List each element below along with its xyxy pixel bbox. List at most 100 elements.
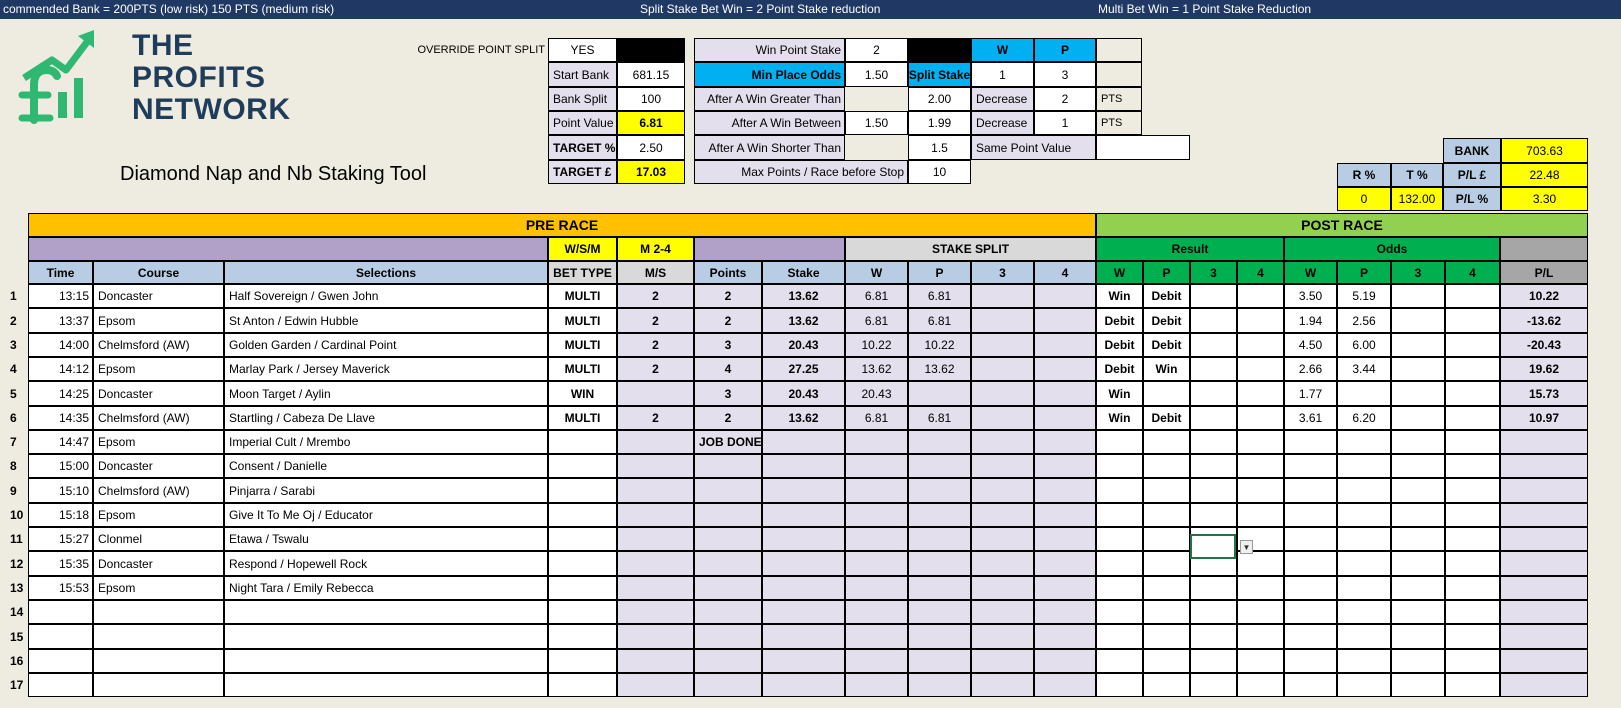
cell-sel[interactable]: Give It To Me Oj / Educator: [224, 503, 548, 527]
bank-split-value[interactable]: 100: [617, 87, 685, 111]
cell-r4[interactable]: [1237, 308, 1284, 333]
cell-r3[interactable]: [1190, 333, 1237, 357]
dropdown-arrow-icon[interactable]: ▼: [1240, 540, 1253, 554]
cell-course[interactable]: Doncaster: [93, 454, 224, 478]
cell-ow[interactable]: [1284, 624, 1337, 649]
cell-r4[interactable]: [1237, 649, 1284, 673]
cell-time[interactable]: [28, 673, 93, 697]
cell-ms[interactable]: [617, 551, 694, 576]
cell-op[interactable]: [1337, 527, 1391, 551]
cell-r4[interactable]: [1237, 503, 1284, 527]
cell-rp[interactable]: [1143, 503, 1190, 527]
selected-cell[interactable]: [1190, 534, 1236, 559]
cell-sel[interactable]: St Anton / Edwin Hubble: [224, 308, 548, 333]
cell-ms[interactable]: 2: [617, 308, 694, 333]
cell-sel[interactable]: Pinjarra / Sarabi: [224, 478, 548, 503]
cell-o3[interactable]: [1391, 551, 1445, 576]
cell-course[interactable]: Doncaster: [93, 551, 224, 576]
cell-ms[interactable]: [617, 600, 694, 624]
cell-rp[interactable]: [1143, 551, 1190, 576]
cell-ms[interactable]: [617, 503, 694, 527]
cell-ow[interactable]: [1284, 673, 1337, 697]
cell-ow[interactable]: [1284, 430, 1337, 454]
cell-rp[interactable]: Debit: [1143, 406, 1190, 430]
cell-r4[interactable]: [1237, 284, 1284, 308]
cell-rw[interactable]: [1096, 673, 1143, 697]
cell-ow[interactable]: [1284, 478, 1337, 503]
after-win-greater-value[interactable]: 2.00: [908, 87, 971, 111]
cell-sel[interactable]: Moon Target / Aylin: [224, 381, 548, 406]
cell-time[interactable]: 13:15: [28, 284, 93, 308]
decrease-value-1[interactable]: 2: [1034, 87, 1096, 111]
cell-bet[interactable]: MULTI: [548, 333, 617, 357]
cell-time[interactable]: 14:35: [28, 406, 93, 430]
cell-rp[interactable]: [1143, 624, 1190, 649]
cell-rp[interactable]: [1143, 673, 1190, 697]
cell-rw[interactable]: Debit: [1096, 357, 1143, 381]
cell-r3[interactable]: [1190, 600, 1237, 624]
cell-rw[interactable]: [1096, 430, 1143, 454]
cell-ms[interactable]: [617, 527, 694, 551]
cell-sel[interactable]: Consent / Danielle: [224, 454, 548, 478]
cell-op[interactable]: 3.44: [1337, 357, 1391, 381]
cell-r3[interactable]: [1190, 478, 1237, 503]
cell-o3[interactable]: [1391, 406, 1445, 430]
cell-sel[interactable]: Respond / Hopewell Rock: [224, 551, 548, 576]
cell-course[interactable]: Doncaster: [93, 284, 224, 308]
cell-r3[interactable]: [1190, 624, 1237, 649]
cell-bet[interactable]: [548, 673, 617, 697]
cell-op[interactable]: 6.00: [1337, 333, 1391, 357]
cell-sel[interactable]: Night Tara / Emily Rebecca: [224, 576, 548, 600]
cell-ms[interactable]: [617, 381, 694, 406]
cell-r4[interactable]: [1237, 624, 1284, 649]
cell-r4[interactable]: [1237, 430, 1284, 454]
cell-r4[interactable]: [1237, 673, 1284, 697]
cell-op[interactable]: [1337, 551, 1391, 576]
cell-r3[interactable]: [1190, 454, 1237, 478]
cell-op[interactable]: 5.19: [1337, 284, 1391, 308]
cell-course[interactable]: Chelmsford (AW): [93, 406, 224, 430]
cell-o4[interactable]: [1445, 381, 1500, 406]
cell-bet[interactable]: [548, 454, 617, 478]
cell-ow[interactable]: [1284, 551, 1337, 576]
cell-rw[interactable]: [1096, 454, 1143, 478]
cell-course[interactable]: [93, 600, 224, 624]
cell-ms[interactable]: [617, 673, 694, 697]
start-bank-value[interactable]: 681.15: [617, 62, 685, 87]
cell-rp[interactable]: Debit: [1143, 333, 1190, 357]
cell-course[interactable]: Epsom: [93, 576, 224, 600]
cell-rp[interactable]: [1143, 454, 1190, 478]
cell-o4[interactable]: [1445, 430, 1500, 454]
cell-o4[interactable]: [1445, 454, 1500, 478]
cell-ow[interactable]: [1284, 527, 1337, 551]
cell-ow[interactable]: 3.61: [1284, 406, 1337, 430]
cell-bet[interactable]: MULTI: [548, 406, 617, 430]
cell-time[interactable]: 14:12: [28, 357, 93, 381]
cell-o4[interactable]: [1445, 308, 1500, 333]
cell-o4[interactable]: [1445, 673, 1500, 697]
cell-ow[interactable]: 1.77: [1284, 381, 1337, 406]
cell-ms[interactable]: 2: [617, 333, 694, 357]
min-place-odds-value[interactable]: 1.50: [845, 62, 908, 87]
after-win-between-high[interactable]: 1.99: [908, 111, 971, 135]
same-point-value-cell[interactable]: [1096, 135, 1190, 160]
cell-op[interactable]: [1337, 478, 1391, 503]
cell-o3[interactable]: [1391, 649, 1445, 673]
cell-ms[interactable]: [617, 624, 694, 649]
cell-course[interactable]: [93, 649, 224, 673]
cell-o4[interactable]: [1445, 527, 1500, 551]
cell-time[interactable]: 14:47: [28, 430, 93, 454]
cell-r3[interactable]: [1190, 308, 1237, 333]
cell-sel[interactable]: Marlay Park / Jersey Maverick: [224, 357, 548, 381]
cell-time[interactable]: 15:18: [28, 503, 93, 527]
after-win-between-low[interactable]: 1.50: [845, 111, 908, 135]
cell-rw[interactable]: [1096, 600, 1143, 624]
cell-r3[interactable]: [1190, 673, 1237, 697]
cell-ow[interactable]: 4.50: [1284, 333, 1337, 357]
cell-ms[interactable]: [617, 576, 694, 600]
cell-o3[interactable]: [1391, 503, 1445, 527]
cell-r3[interactable]: [1190, 357, 1237, 381]
cell-o4[interactable]: [1445, 624, 1500, 649]
cell-op[interactable]: 2.56: [1337, 308, 1391, 333]
cell-rw[interactable]: Win: [1096, 406, 1143, 430]
